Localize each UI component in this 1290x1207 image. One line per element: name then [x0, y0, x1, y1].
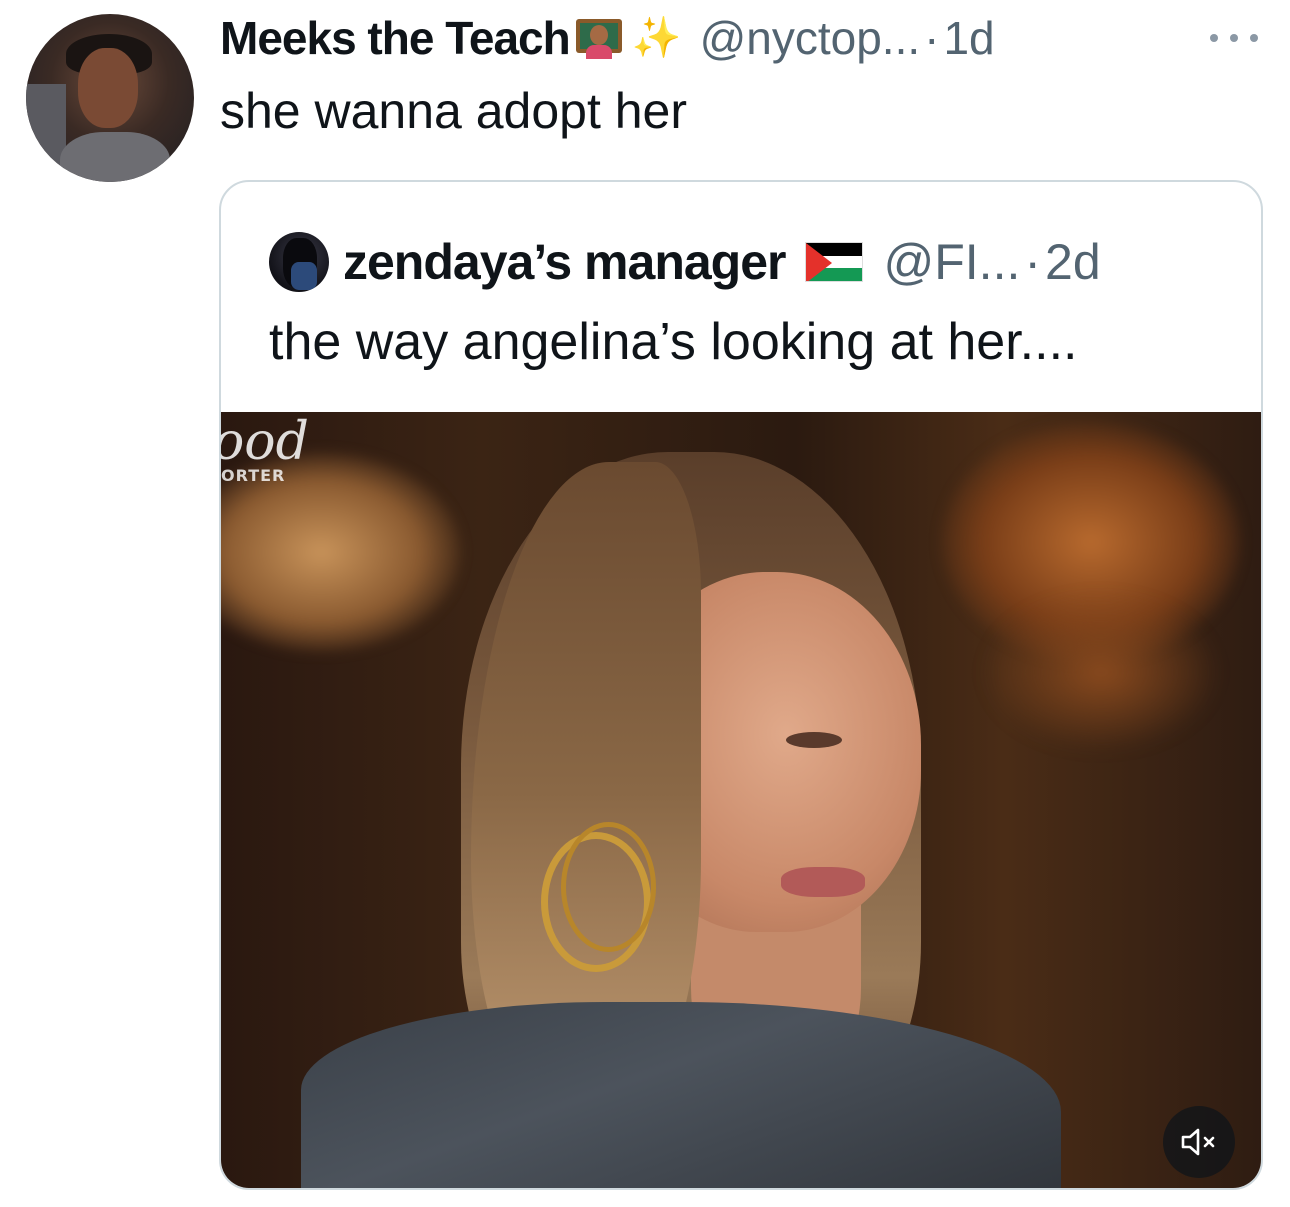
quoted-user-handle: @FI... — [883, 234, 1021, 290]
more-options-icon[interactable] — [1210, 30, 1258, 46]
user-handle[interactable]: @nyctop... — [700, 11, 921, 65]
sparkles-emoji: ✨ — [631, 16, 682, 60]
display-name[interactable]: Meeks the Teach — [220, 11, 571, 65]
video-player[interactable]: ood ORTER — [221, 412, 1261, 1188]
muted-speaker-icon — [1181, 1128, 1215, 1156]
watermark-logo: ood — [221, 412, 309, 472]
quoted-avatar — [269, 232, 329, 292]
mute-button[interactable] — [1163, 1106, 1235, 1178]
watermark-logo-sub: ORTER — [221, 466, 286, 485]
video-subject-dress — [301, 1002, 1061, 1188]
palestine-flag-icon — [805, 242, 864, 282]
quoted-timestamp: 2d — [1045, 234, 1101, 290]
quoted-tweet-text: the way angelina’s looking at her.... — [269, 313, 1078, 371]
quoted-tweet-header: zendaya’s manager @FI... · 2d — [269, 230, 1101, 294]
dot-separator: · — [924, 12, 940, 64]
video-subject-eye — [786, 732, 842, 748]
tweet-text: she wanna adopt her — [220, 83, 688, 139]
dot-separator: · — [1024, 234, 1042, 290]
tweet-header: Meeks the Teach ✨ @nyctop... · 1d — [220, 10, 995, 66]
avatar[interactable] — [26, 14, 194, 182]
avatar-face — [78, 48, 138, 128]
teacher-emoji-icon — [574, 15, 624, 61]
hoop-earring — [561, 822, 656, 952]
timestamp[interactable]: 1d — [943, 11, 994, 65]
background-lamp — [981, 592, 1221, 752]
avatar-body — [60, 132, 170, 182]
quoted-tweet-card[interactable]: zendaya’s manager @FI... · 2d the way an… — [219, 180, 1263, 1190]
quoted-display-name: zendaya’s manager — [343, 234, 786, 290]
video-subject-lips — [781, 867, 865, 897]
